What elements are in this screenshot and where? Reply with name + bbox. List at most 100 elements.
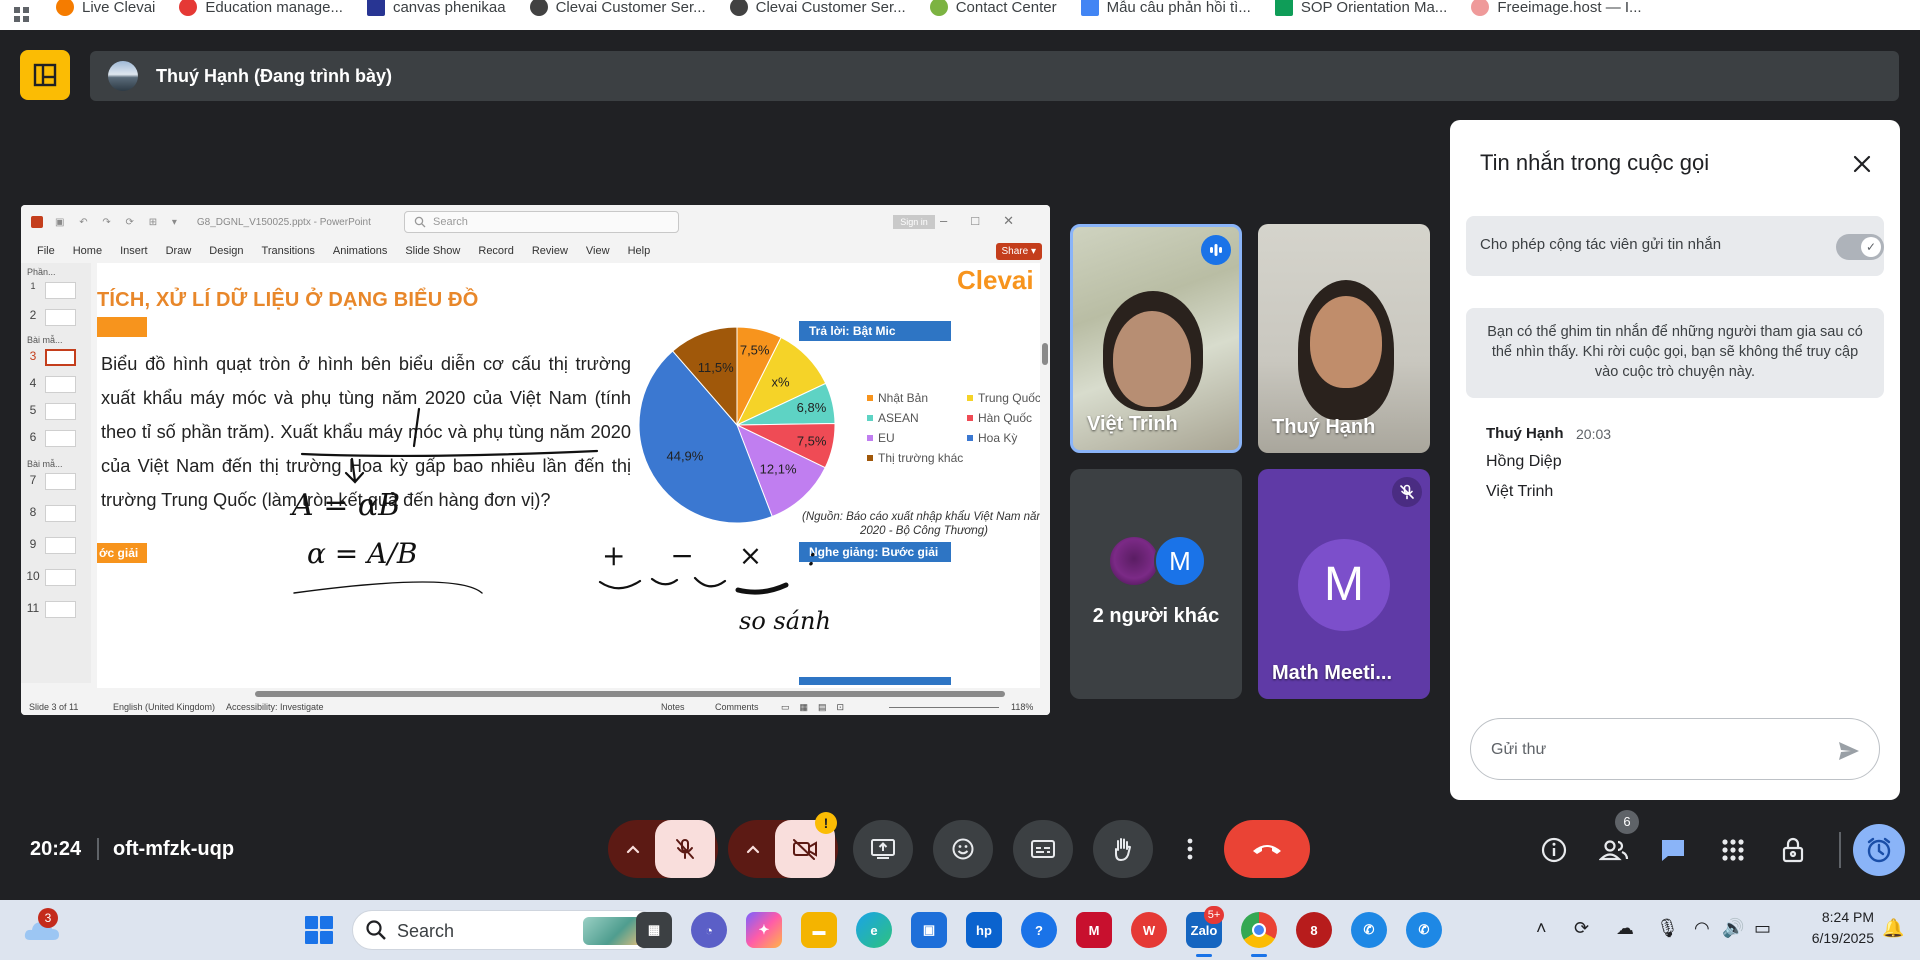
tab-transitions[interactable]: Transitions	[262, 245, 315, 257]
slide-thumb-9[interactable]	[45, 537, 76, 554]
app-icon[interactable]: 8	[1296, 912, 1332, 948]
more-options-button[interactable]	[1173, 820, 1207, 878]
bookmark-clevai-customer-1[interactable]: Clevai Customer Ser...	[518, 0, 718, 22]
people-icon[interactable]	[1594, 830, 1634, 870]
edge-icon[interactable]: e	[856, 912, 892, 948]
allow-messages-toggle[interactable]: ✓	[1836, 234, 1884, 260]
slide-thumb-1[interactable]	[45, 282, 76, 299]
slide-thumb-3[interactable]	[45, 349, 76, 366]
taskbar-time[interactable]: 8:24 PM	[1794, 909, 1874, 925]
raise-hand-button[interactable]	[1093, 820, 1153, 878]
camera-options-chevron-icon[interactable]	[731, 820, 775, 878]
zoom-slider[interactable]	[889, 707, 999, 708]
battery-icon[interactable]: ▭	[1754, 918, 1771, 939]
notes-button[interactable]: Notes	[661, 702, 685, 712]
captions-button[interactable]	[1013, 820, 1073, 878]
section-label[interactable]: Phần...	[27, 267, 56, 277]
tab-review[interactable]: Review	[532, 245, 568, 257]
myhp-icon[interactable]: hp	[966, 912, 1002, 948]
bookmark-canvas-phenikaa[interactable]: canvas phenikaa	[355, 0, 518, 22]
accessibility[interactable]: Accessibility: Investigate	[226, 702, 324, 712]
tab-draw[interactable]: Draw	[166, 245, 192, 257]
language[interactable]: English (United Kingdom)	[113, 702, 215, 712]
leave-call-button[interactable]	[1224, 820, 1310, 878]
section-label[interactable]: Bài mẫ...	[27, 459, 63, 469]
mic-options-chevron-icon[interactable]	[611, 820, 655, 878]
taskbar-search[interactable]: Search	[352, 910, 658, 950]
slide-thumb-8[interactable]	[45, 505, 76, 522]
slide-thumb-11[interactable]	[45, 601, 76, 618]
tab-home[interactable]: Home	[73, 245, 102, 257]
horizontal-scrollbar[interactable]	[97, 688, 1050, 700]
phone-app-icon[interactable]: ✆	[1351, 912, 1387, 948]
participant-tile-thuy-hanh[interactable]: Thuý Hạnh	[1258, 224, 1430, 453]
volume-icon[interactable]: 🔊	[1722, 918, 1744, 939]
slide-thumb-5[interactable]	[45, 403, 76, 420]
bookmark-clevai-customer-2[interactable]: Clevai Customer Ser...	[718, 0, 918, 22]
bookmark-mau-cau[interactable]: Mẫu câu phản hồi tì...	[1069, 0, 1263, 22]
microphone-icon[interactable]: 🎙	[1656, 918, 1679, 939]
slide-thumb-10[interactable]	[45, 569, 76, 586]
tab-animations[interactable]: Animations	[333, 245, 387, 257]
apps-grid-icon[interactable]	[0, 0, 44, 30]
tab-slide-show[interactable]: Slide Show	[405, 245, 460, 257]
tab-insert[interactable]: Insert	[120, 245, 148, 257]
notifications-bell-icon[interactable]: 🔔	[1882, 918, 1904, 939]
chat-icon[interactable]	[1653, 830, 1693, 870]
store-icon[interactable]: ▣	[911, 912, 947, 948]
timer-icon[interactable]	[1853, 824, 1905, 876]
zoom-level[interactable]: 118%	[1011, 702, 1033, 712]
chat-message-input[interactable]	[1491, 737, 1821, 763]
window-controls[interactable]: –□✕	[940, 213, 1038, 229]
tab-help[interactable]: Help	[628, 245, 651, 257]
mic-toggle-button[interactable]	[655, 820, 715, 878]
emoji-reactions-button[interactable]	[933, 820, 993, 878]
bookmark-live-clevai[interactable]: Live Clevai	[44, 0, 167, 22]
bookmark-sop-orientation[interactable]: SOP Orientation Ma...	[1263, 0, 1459, 22]
participant-tile-others[interactable]: M 2 người khác	[1070, 469, 1242, 699]
show-hidden-icons-chevron-icon[interactable]: ˄	[1536, 918, 1547, 939]
taskbar-date[interactable]: 6/19/2025	[1794, 930, 1874, 946]
share-button[interactable]: Share ▾	[995, 243, 1042, 260]
sign-in-button[interactable]: Sign in	[893, 215, 935, 229]
slide-thumb-2[interactable]	[45, 309, 76, 326]
chrome-icon[interactable]	[1241, 912, 1277, 948]
help-icon[interactable]: ?	[1021, 912, 1057, 948]
presentation-layout-icon[interactable]	[20, 50, 70, 100]
tab-design[interactable]: Design	[209, 245, 243, 257]
copilot-icon[interactable]: ✦	[746, 912, 782, 948]
slide-thumb-4[interactable]	[45, 376, 76, 393]
bookmark-freeimage[interactable]: Freeimage.host — I...	[1459, 0, 1653, 22]
close-icon[interactable]	[1846, 148, 1878, 180]
tab-file[interactable]: File	[37, 245, 55, 257]
slide-thumb-6[interactable]	[45, 430, 76, 447]
wps-office-icon[interactable]: W	[1131, 912, 1167, 948]
send-icon[interactable]	[1835, 737, 1863, 765]
windows-start-icon[interactable]	[305, 916, 333, 944]
host-controls-icon[interactable]	[1773, 830, 1813, 870]
present-screen-button[interactable]	[853, 820, 913, 878]
phone-app-icon[interactable]: ✆	[1406, 912, 1442, 948]
cloud-off-icon[interactable]: ☁	[1616, 918, 1634, 939]
participant-tile-viet-trinh[interactable]: Việt Trinh	[1070, 224, 1242, 453]
teams-chat-icon[interactable]: ◔	[691, 912, 727, 948]
tab-record[interactable]: Record	[478, 245, 513, 257]
mcafee-icon[interactable]: M	[1076, 912, 1112, 948]
tab-view[interactable]: View	[586, 245, 610, 257]
slide-thumb-7[interactable]	[45, 473, 76, 490]
participant-tile-math-meeting[interactable]: M Math Meeti...	[1258, 469, 1430, 699]
scroll-thumb[interactable]	[1042, 343, 1048, 365]
powerpoint-search[interactable]: Search	[404, 211, 679, 233]
view-buttons[interactable]: ▭▦▤⊡	[781, 702, 854, 713]
scroll-thumb[interactable]	[255, 691, 1005, 697]
camera-toggle-button[interactable]: !	[775, 812, 837, 878]
activities-grid-icon[interactable]	[1713, 830, 1753, 870]
task-view-icon[interactable]: ▦	[636, 912, 672, 948]
sync-icon[interactable]: ⟳	[1574, 918, 1589, 939]
comments-button[interactable]: Comments	[715, 702, 759, 712]
wifi-icon[interactable]: ◠	[1694, 918, 1710, 939]
section-label[interactable]: Bài mẫ...	[27, 335, 63, 345]
bookmark-contact-center[interactable]: Contact Center	[918, 0, 1069, 22]
vertical-scrollbar[interactable]	[1040, 263, 1050, 688]
file-explorer-icon[interactable]: ▬	[801, 912, 837, 948]
